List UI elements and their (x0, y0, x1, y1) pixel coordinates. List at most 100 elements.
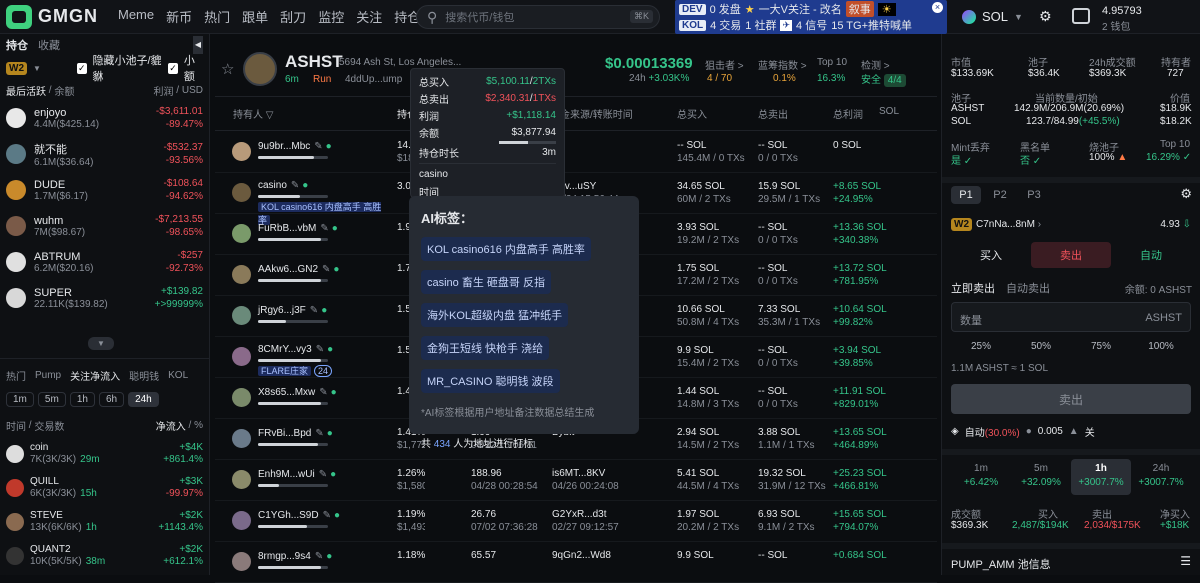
edit-icon[interactable]: ✎ (315, 428, 323, 439)
timeframe-1m[interactable]: 1m +6.42% (951, 459, 1011, 495)
holder-name[interactable]: FuRbB...vbM (258, 223, 316, 234)
nav-meme[interactable]: Meme (118, 7, 154, 26)
col-profit[interactable]: 利润 (154, 83, 174, 98)
holder-tag[interactable]: FLARE庄家 24 (258, 365, 393, 378)
nav-new[interactable]: 新币 (166, 7, 192, 26)
time-24h[interactable]: 24h (128, 392, 159, 407)
timeframe-24h[interactable]: 24h +3007.7% (1131, 459, 1191, 495)
nav-monitor[interactable]: 监控 (318, 7, 344, 26)
col-time[interactable]: 时间 (6, 418, 26, 433)
amm-pool-title[interactable]: PUMP_AMM 池信息 (951, 556, 1051, 572)
nav-follow[interactable]: 关注 (356, 7, 382, 26)
holder-name[interactable]: AAkw6...GN2 (258, 264, 318, 275)
edit-icon[interactable]: ✎ (314, 141, 322, 152)
holding-row[interactable]: 就不能 6.1M($36.64) -$532.37 -93.56% (0, 136, 209, 172)
ai-tag[interactable]: casino 畜生 砸盘哥 反指 (421, 270, 551, 294)
edit-icon[interactable]: ✎ (315, 551, 323, 562)
col-balance[interactable]: 余额 (54, 83, 74, 98)
fee-value[interactable]: 0.005 (1038, 426, 1063, 437)
tab-hot[interactable]: 热门 (6, 368, 26, 383)
col-trades[interactable]: 交易数 (34, 418, 64, 433)
flow-row[interactable]: QUILL 6K(3K/3K) 15h +$3K -99.97% (0, 471, 209, 505)
edit-icon[interactable]: ✎ (319, 387, 327, 398)
quantity-input[interactable]: 数量 ASHST (951, 302, 1191, 332)
settings-icon[interactable]: ⚙ (1039, 8, 1052, 25)
trade-wallet-addr[interactable]: C7nNa...8nM (976, 219, 1035, 230)
pct-100[interactable]: 100% (1131, 332, 1191, 360)
bluechip-label[interactable]: 蓝筹指数 > (758, 57, 807, 72)
brand-logo[interactable]: GMGN (6, 4, 106, 29)
ai-tag[interactable]: MR_CASINO 聪明钱 波段 (421, 369, 560, 393)
edit-icon[interactable]: ✎ (291, 180, 299, 191)
col-net-inflow[interactable]: 净流入 (156, 418, 186, 433)
table-row[interactable]: Enh9M...wUi ✎● 1.26% $1,580.14 188.96 04/28 0… (215, 460, 937, 501)
time-1h[interactable]: 1h (69, 392, 95, 407)
pct-75[interactable]: 75% (1071, 332, 1131, 360)
table-row[interactable]: 9u9br...Mbc ✎ ● 14.5 $18 -- SOL 145.4M / 0 TXs… (215, 132, 937, 173)
holder-name[interactable]: jRgy6...j3F (258, 305, 306, 316)
source-address[interactable]: G2YxR...d3t (552, 508, 619, 521)
auto-sell-tab[interactable]: 自动卖出 (1006, 280, 1050, 296)
col-last-active[interactable]: 最后活跃 (6, 83, 46, 98)
edit-icon[interactable]: ✎ (316, 344, 324, 355)
tab-holdings[interactable]: 持仓 (6, 37, 28, 53)
small-amount-checkbox[interactable]: ✓ (168, 62, 178, 74)
timeframe-1h[interactable]: 1h +3007.7% (1071, 459, 1131, 495)
holder-name[interactable]: C1YGh...S9D (258, 510, 319, 521)
edit-icon[interactable]: ✎ (322, 264, 330, 275)
preset-p2[interactable]: P2 (985, 186, 1015, 204)
col-profit-usd[interactable]: USD (182, 85, 203, 96)
table-row[interactable]: 8rmgp...9s4 ✎ ● 1.18% 65.57 9qGn2...Wd8 9.9 SO… (215, 542, 937, 583)
col-holder[interactable]: 持有人 ▽ (233, 106, 273, 126)
auto-label[interactable]: 自动(30.0%) (965, 424, 1020, 439)
col-unit[interactable]: SOL (879, 106, 899, 126)
time-5m[interactable]: 5m (37, 392, 66, 407)
source-address[interactable]: is6MT...8KV (552, 467, 619, 480)
holder-name[interactable]: casino (258, 180, 287, 191)
holder-name[interactable]: FRvBi...Bpd (258, 428, 311, 439)
edit-icon[interactable]: ✎ (310, 305, 318, 316)
edit-icon[interactable]: ✎ (323, 510, 331, 521)
holder-name[interactable]: 8rmgp...9s4 (258, 551, 311, 562)
flow-row[interactable]: coin 7K(3K/3K) 29m +$4K +861.4% (0, 437, 209, 471)
preset-p3[interactable]: P3 (1019, 186, 1049, 204)
mev-off[interactable]: 关 (1085, 424, 1095, 439)
close-icon[interactable]: × (932, 2, 943, 13)
tab-follow-inflow[interactable]: 关注净流入 (70, 368, 120, 383)
sniper-label[interactable]: 狙击者 > (705, 57, 744, 72)
col-total-pnl[interactable]: 总利润 (833, 106, 863, 126)
trade-wallet-tag[interactable]: W2 (951, 217, 972, 231)
ai-tag[interactable]: KOL casino616 内盘高手 高胜率 (421, 237, 591, 261)
flow-row[interactable]: QUANT2 10K(5K/5K) 38m +$2K +612.1% (0, 539, 209, 573)
holder-name[interactable]: 8CMrY...vy3 (258, 344, 312, 355)
edit-icon[interactable]: ✎ (319, 469, 327, 480)
mode-auto[interactable]: 自动 (1111, 242, 1191, 268)
search-input[interactable]: ⚲ 搜索代币/钱包 ⌘K (416, 5, 660, 29)
col-total-sell[interactable]: 总卖出 (758, 106, 788, 126)
wallet-selector[interactable]: W2 (6, 61, 27, 75)
ai-tag[interactable]: 海外KOL超级内盘 猛冲纸手 (421, 303, 569, 327)
holder-name[interactable]: X8s65...Mxw (258, 387, 315, 398)
holder-name[interactable]: Enh9M...wUi (258, 469, 315, 480)
nav-copy[interactable]: 跟单 (242, 7, 268, 26)
time-6h[interactable]: 6h (98, 392, 125, 407)
table-row[interactable]: C1YGh...S9D ✎● 1.19% $1,493.21 26.76 07/02 07… (215, 501, 937, 542)
source-address[interactable]: 9qGn2...Wd8 (552, 549, 611, 562)
promo-banner[interactable]: DEV 0 发盘 ★ 一大V关注 - 改名 叙事 ☀ KOL 4 交易 1 社群… (675, 0, 947, 34)
tab-pump[interactable]: Pump (35, 370, 61, 381)
settings-icon[interactable]: ⚙ (1180, 186, 1192, 202)
nav-hot[interactable]: 热门 (204, 7, 230, 26)
chevron-right-icon[interactable]: › (1035, 219, 1041, 230)
holding-row[interactable]: DUDE 1.7M($6.17) -$108.64 -94.62% (0, 172, 209, 208)
hide-small-pool-checkbox[interactable]: ✓ (76, 62, 87, 74)
tab-kol[interactable]: KOL (168, 370, 188, 381)
pct-50[interactable]: 50% (1011, 332, 1071, 360)
wallet-balance[interactable]: 4.95793 2 钱包 (1070, 2, 1200, 33)
holding-row[interactable]: wuhm 7M($98.67) -$7,213.55 -98.65% (0, 208, 209, 244)
nav-scraper[interactable]: 刮刀 (280, 7, 306, 26)
contract-address[interactable]: 4ddUp...ump (345, 74, 402, 85)
filter-icon[interactable]: ▽ (266, 110, 274, 121)
chevron-down-icon[interactable]: ▼ (33, 64, 41, 73)
holding-row[interactable]: enjoyo 4.4M($425.14) -$3,611.01 -89.47% (0, 100, 209, 136)
timeframe-5m[interactable]: 5m +32.09% (1011, 459, 1071, 495)
